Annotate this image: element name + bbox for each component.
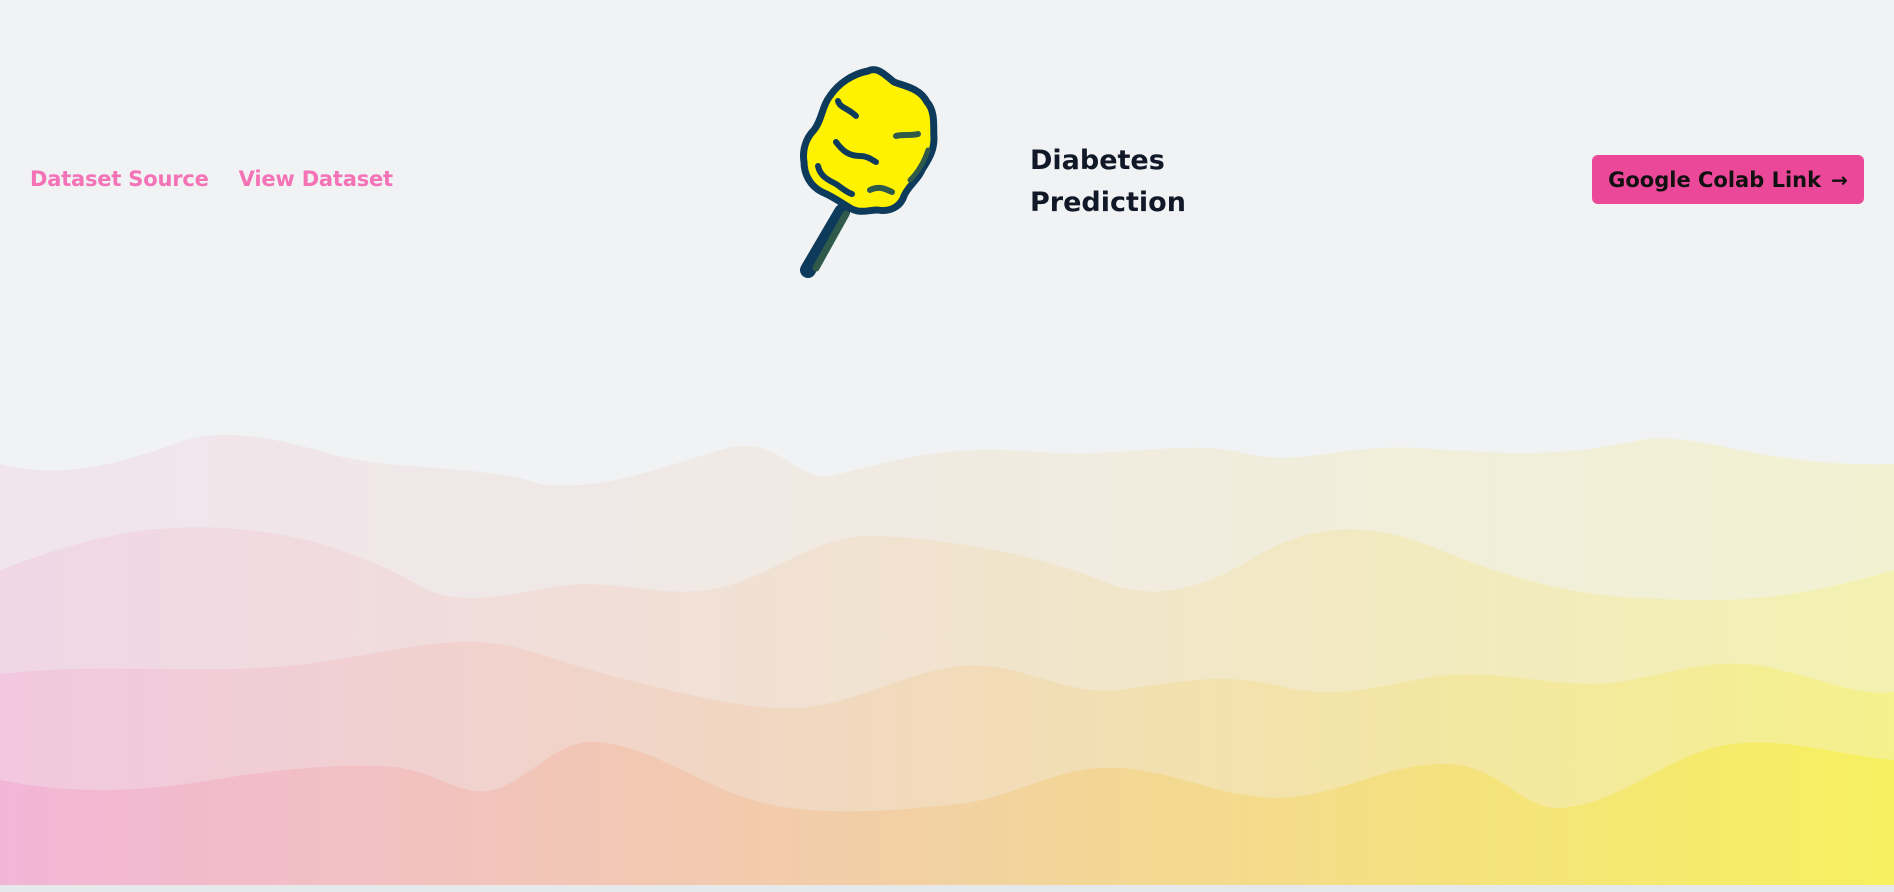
view-dataset-link[interactable]: View Dataset <box>239 167 393 191</box>
title-line-2: Prediction <box>1030 187 1186 218</box>
page-title: Diabetes Prediction <box>1030 140 1186 224</box>
bottom-strip <box>0 885 1894 892</box>
decorative-waves <box>0 434 1894 885</box>
arrow-right-icon: → <box>1831 167 1848 192</box>
title-line-1: Diabetes <box>1030 145 1165 176</box>
dataset-source-link[interactable]: Dataset Source <box>30 167 209 191</box>
cotton-candy-icon <box>770 62 950 294</box>
google-colab-link-label: Google Colab Link <box>1608 167 1822 192</box>
page: Dataset Source View Dataset Diabetes Pre… <box>0 0 1894 892</box>
nav-links: Dataset Source View Dataset <box>30 167 393 191</box>
google-colab-link-button[interactable]: Google Colab Link → <box>1592 155 1864 204</box>
